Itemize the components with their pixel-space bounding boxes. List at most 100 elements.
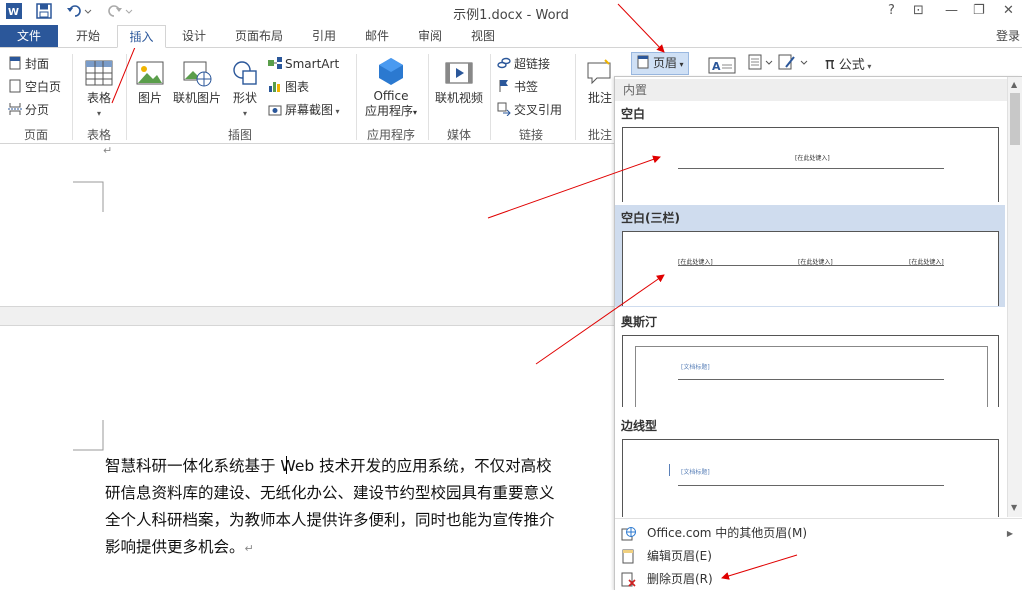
group-label-comments: 批注	[587, 128, 612, 142]
chart-icon	[268, 79, 282, 93]
scroll-down-icon[interactable]: ▼	[1011, 503, 1017, 512]
quick-parts-icon[interactable]	[748, 53, 776, 73]
shapes-icon	[230, 58, 260, 88]
hyperlink-icon	[497, 56, 511, 70]
gallery-item-title: 空白(三栏)	[621, 211, 680, 225]
online-picture-icon	[182, 58, 212, 88]
close-button[interactable]: ✕	[1003, 3, 1014, 18]
table-icon	[84, 58, 114, 88]
ribbon-tab-bar: 文件 开始 插入 设计 页面布局 引用 邮件 审阅 视图 登录	[0, 25, 1022, 48]
cross-reference-button[interactable]: 交叉引用	[497, 100, 562, 120]
screenshot-button[interactable]: 屏幕截图 ▾	[268, 100, 340, 120]
side-line	[669, 464, 670, 476]
margin-corner-mark	[73, 181, 104, 212]
comment-button[interactable]: 批注	[582, 58, 618, 106]
tab-design[interactable]: 设计	[172, 25, 216, 48]
group-label-media: 媒体	[446, 128, 471, 142]
header-gallery-dropdown: 内置 空白 [在此处键入] 空白(三栏) [在此处键入] [在此处键入] [在此…	[614, 76, 1022, 590]
edit-header-icon	[621, 549, 636, 564]
remove-header-icon	[621, 572, 636, 587]
document-line: 全个人科研档案，为教师本人提供许多便利，同时也能为宣传推介	[105, 511, 555, 529]
blank-page-button[interactable]: 空白页	[8, 77, 61, 97]
bookmark-icon	[497, 79, 511, 93]
tab-insert[interactable]: 插入	[117, 25, 166, 48]
cross-reference-icon	[497, 102, 511, 117]
chevron-down-icon: ▾	[242, 109, 247, 118]
office-globe-icon	[621, 526, 636, 541]
scroll-thumb[interactable]	[1010, 93, 1020, 145]
tab-mailings[interactable]: 邮件	[355, 25, 399, 48]
picture-icon	[135, 58, 165, 88]
cover-page-button[interactable]: 封面	[8, 54, 49, 74]
group-label-apps: 应用程序	[366, 128, 415, 142]
tab-references[interactable]: 引用	[302, 25, 346, 48]
hyperlink-button[interactable]: 超链接	[497, 54, 550, 74]
blank-page-icon	[8, 79, 22, 93]
help-button[interactable]: ?	[888, 3, 895, 18]
header-rule	[678, 168, 944, 169]
header-preview-blank[interactable]: [在此处键入]	[622, 127, 999, 202]
maximize-button[interactable]: ❐	[973, 3, 985, 18]
chevron-down-icon: ▾	[864, 62, 872, 71]
textbox-icon[interactable]: A	[708, 56, 736, 76]
submenu-arrow-icon: ▶	[1006, 529, 1013, 538]
document-paragraph[interactable]: 智慧科研一体化系统基于 Web 技术开发的应用系统，不仅对高校 研信息资料库的建…	[105, 453, 620, 562]
placeholder-text: [文档标题]	[681, 364, 710, 371]
smartart-button[interactable]: SmartArt	[268, 54, 339, 74]
more-headers-from-office-menu-item[interactable]: Office.com 中的其他页眉(M) ▶	[615, 522, 1015, 545]
cover-page-icon	[8, 56, 22, 70]
window-title: 示例1.docx - Word	[453, 8, 569, 23]
page-border	[635, 346, 988, 407]
signature-line-icon[interactable]	[778, 53, 810, 73]
tab-file[interactable]: 文件	[0, 25, 58, 48]
chevron-down-icon: ▾	[677, 60, 684, 69]
equation-button[interactable]: π 公式 ▾	[825, 54, 871, 74]
placeholder-text: [文档标题]	[681, 469, 710, 476]
minimize-button[interactable]: —	[945, 3, 958, 18]
office-store-icon	[376, 56, 406, 86]
ribbon-display-options-button[interactable]: ⊡	[913, 3, 924, 18]
header-preview-sideline[interactable]: [文档标题]	[622, 439, 999, 517]
group-separator	[490, 54, 491, 140]
gallery-scrollbar[interactable]: ▲ ▼	[1007, 77, 1022, 517]
section-heading-builtin: 内置	[615, 79, 1007, 101]
document-line: 研信息资料库的建设、无纸化办公、建设节约型校园具有重要意义	[105, 484, 555, 502]
tab-home[interactable]: 开始	[66, 25, 110, 48]
screenshot-icon	[268, 102, 282, 116]
margin-corner-mark	[73, 420, 104, 451]
header-rule	[678, 379, 944, 380]
office-apps-button[interactable]: Office 应用程序▾	[360, 56, 422, 120]
video-icon	[444, 58, 474, 88]
table-button[interactable]: 表格 ▾	[80, 58, 118, 121]
pictures-button[interactable]: 图片	[132, 58, 168, 106]
edit-header-menu-item[interactable]: 编辑页眉(E)	[615, 545, 1015, 568]
paragraph-mark: ↵	[244, 542, 254, 555]
page-break-icon	[8, 102, 22, 116]
group-separator	[126, 54, 127, 140]
title-bar: W 示例1.docx - Word ? ⊡ — ❐ ✕	[0, 0, 1022, 25]
header-preview-austin[interactable]: [文档标题]	[622, 335, 999, 407]
remove-header-menu-item[interactable]: 删除页眉(R)	[615, 568, 1015, 590]
online-pictures-button[interactable]: 联机图片	[170, 58, 224, 106]
group-label-pages: 页面	[23, 128, 48, 142]
shapes-button[interactable]: 形状 ▾	[228, 58, 262, 121]
online-video-button[interactable]: 联机视频	[432, 58, 486, 106]
header-rule	[678, 485, 944, 486]
group-separator	[356, 54, 357, 140]
gallery-item-title: 边线型	[621, 419, 658, 433]
tab-layout[interactable]: 页面布局	[226, 25, 292, 48]
chart-button[interactable]: 图表	[268, 77, 309, 97]
login-link[interactable]: 登录	[996, 25, 1020, 47]
tab-view[interactable]: 视图	[461, 25, 505, 48]
tab-review[interactable]: 审阅	[408, 25, 452, 48]
bookmark-button[interactable]: 书签	[497, 77, 538, 97]
header-button[interactable]: 页眉 ▾	[631, 52, 689, 75]
gallery-item-title: 奥斯汀	[621, 315, 658, 329]
header-preview-blank-three-column[interactable]: [在此处键入] [在此处键入] [在此处键入]	[622, 231, 999, 306]
chevron-down-icon: ▾	[333, 107, 340, 116]
page-break-button[interactable]: 分页	[8, 100, 49, 120]
group-separator	[575, 54, 576, 140]
document-line: 智慧科研一体化系统基于 Web 技术开发的应用系统，不仅对高校	[105, 457, 552, 475]
scroll-up-icon[interactable]: ▲	[1011, 80, 1017, 89]
group-label-links: 链接	[518, 128, 543, 142]
